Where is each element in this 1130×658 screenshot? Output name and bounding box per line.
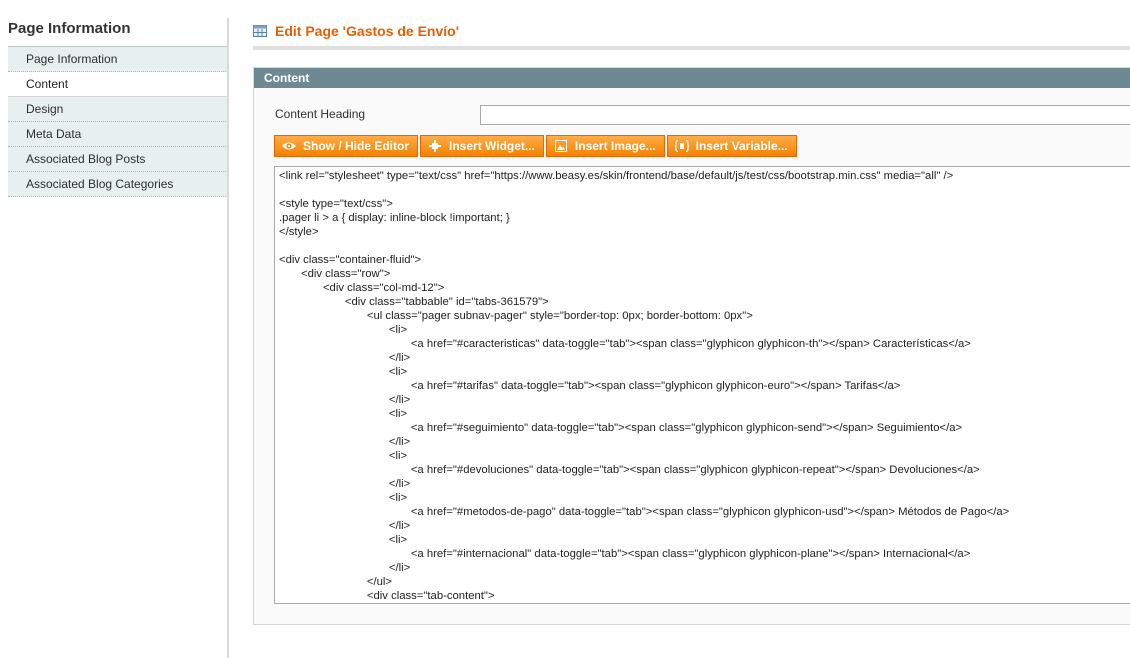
image-icon <box>554 140 567 152</box>
code-line: <div class="row"> <box>279 268 391 280</box>
code-line: </li> <box>279 478 411 490</box>
sidebar-title: Page Information <box>8 20 131 37</box>
code-line: <li> <box>279 408 408 420</box>
code-line: <li> <box>279 324 408 336</box>
code-line: <li> <box>279 534 408 546</box>
content-heading-label: Content Heading <box>275 107 366 121</box>
code-line: <a href="#devoluciones" data-toggle="tab… <box>279 464 980 476</box>
code-line: .pager li > a { display: inline-block !i… <box>279 212 510 224</box>
code-line: <li> <box>279 366 408 378</box>
code-line: </ul> <box>279 576 393 588</box>
sidebar-item-associated-blog-posts[interactable]: Associated Blog Posts <box>8 147 228 172</box>
sidebar-item-content[interactable]: Content <box>8 72 228 97</box>
sidebar-item-associated-blog-categories[interactable]: Associated Blog Categories <box>8 172 228 197</box>
code-line: <ul class="pager subnav-pager" style="bo… <box>279 310 753 322</box>
insert-widget-label: Insert Widget... <box>449 139 535 153</box>
sidebar-nav: Page Information Content Design Meta Dat… <box>8 46 228 197</box>
code-line: <div class="tab-content"> <box>279 590 495 602</box>
content-fieldset: Content Content Heading Show / Hide Edit… <box>253 67 1130 625</box>
show-hide-editor-button[interactable]: Show / Hide Editor <box>274 135 419 157</box>
sidebar: Page Information Page Information Conten… <box>8 18 228 197</box>
sidebar-item-design[interactable]: Design <box>8 97 228 122</box>
code-line: </li> <box>279 436 411 448</box>
content-editor-textarea[interactable]: <link rel="stylesheet" type="text/css" h… <box>274 166 1130 604</box>
insert-widget-button[interactable]: Insert Widget... <box>420 135 544 157</box>
code-line: <div class="col-md-12"> <box>279 282 445 294</box>
variable-icon <box>674 140 689 152</box>
editor-toolbar: Show / Hide Editor Insert Widget... Inse… <box>274 135 799 157</box>
sidebar-divider <box>227 18 229 658</box>
page-title: Edit Page 'Gastos de Envío' <box>275 23 460 39</box>
content-section-body: Content Heading Show / Hide Editor Inser… <box>254 88 1130 624</box>
widget-icon <box>429 140 442 152</box>
code-line: <li> <box>279 450 408 462</box>
insert-image-button[interactable]: Insert Image... <box>545 135 665 157</box>
insert-variable-button[interactable]: Insert Variable... <box>666 135 797 157</box>
code-line: <a href="#tarifas" data-toggle="tab"><sp… <box>279 380 901 392</box>
code-line: <div class="tabbable" id="tabs-361579"> <box>279 296 549 308</box>
code-line: <a href="#caracteristicas" data-toggle="… <box>279 338 971 350</box>
code-line: </li> <box>279 352 411 364</box>
code-line: <a href="#internacional" data-toggle="ta… <box>279 548 971 560</box>
code-line: </style> <box>279 226 319 238</box>
code-line: <a href="#seguimiento" data-toggle="tab"… <box>279 422 963 434</box>
code-line: <a href="#metodos-de-pago" data-toggle="… <box>279 506 1010 518</box>
insert-variable-label: Insert Variable... <box>695 139 788 153</box>
content-heading-input[interactable] <box>480 105 1130 125</box>
sidebar-item-page-information[interactable]: Page Information <box>8 47 228 72</box>
code-line: <link rel="stylesheet" type="text/css" h… <box>279 170 954 182</box>
page-grid-icon <box>253 25 267 37</box>
eye-icon <box>282 142 296 150</box>
show-hide-editor-label: Show / Hide Editor <box>303 139 410 153</box>
content-section-header: Content <box>254 68 1130 88</box>
insert-image-label: Insert Image... <box>574 139 656 153</box>
code-line: </li> <box>279 520 411 532</box>
sidebar-item-meta-data[interactable]: Meta Data <box>8 122 228 147</box>
code-line: <li> <box>279 492 408 504</box>
editor-code: <link rel="stylesheet" type="text/css" h… <box>279 169 1130 603</box>
code-line: <div class="container-fluid"> <box>279 254 422 266</box>
code-line: </li> <box>279 394 411 406</box>
code-line: </li> <box>279 562 411 574</box>
code-line: <style type="text/css"> <box>279 198 393 210</box>
page-header: Edit Page 'Gastos de Envío' <box>253 20 1130 50</box>
